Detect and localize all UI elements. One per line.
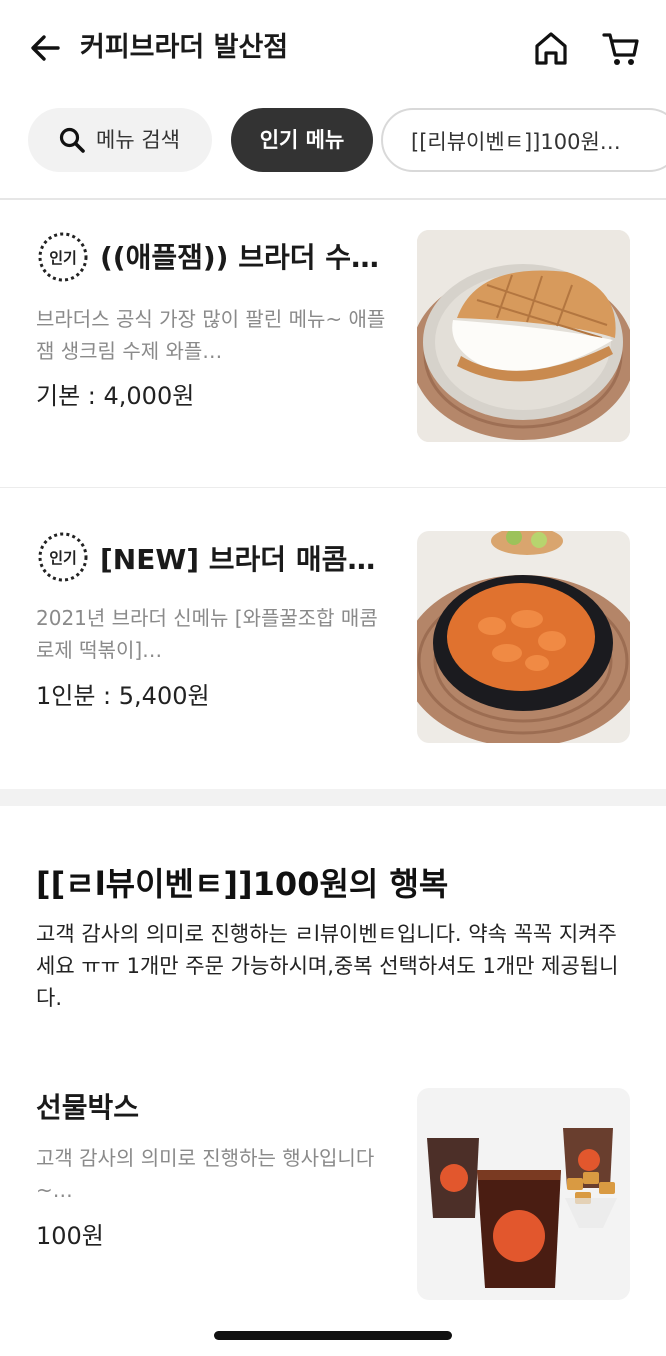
item-price: 100원: [36, 1222, 104, 1250]
item-description: 2021년 브라더 신메뉴 [와플꿀조합 매콤 로제 떡볶이]…: [36, 606, 378, 662]
section-title: [[ㄹl뷰이벤ㅌ]]100원의 행복: [36, 865, 449, 903]
item-photo: [417, 531, 630, 743]
menu-item[interactable]: 인기 [NEW] 브라더 매콤… 2021년 브라더 신메뉴 [와플꿀조합 매콤…: [0, 488, 666, 788]
section-gap: [0, 789, 666, 806]
popular-menu-chip[interactable]: 인기 메뉴: [231, 108, 373, 172]
menu-item[interactable]: 선물박스 고객 감사의 의미로 진행하는 행사입니다~… 100원: [0, 1060, 666, 1340]
page-title: 커피브라더 발산점: [80, 32, 289, 63]
search-icon: [59, 127, 85, 153]
menu-item[interactable]: 인기 ((애플잼)) 브라더 수… 브라더스 공식 가장 많이 팔린 메뉴~ 애…: [0, 200, 666, 487]
item-price: 기본 : 4,000원: [36, 382, 195, 410]
menu-search-label: 메뉴 검색: [96, 128, 180, 152]
popular-badge-icon: 인기: [38, 532, 88, 582]
cart-button[interactable]: [600, 28, 642, 70]
popular-badge-icon: 인기: [38, 232, 88, 282]
section-description: 고객 감사의 의미로 진행하는 ㄹl뷰이벤ㅌ입니다. 약속 꼭꼭 지켜주세요 ㅠ…: [36, 922, 619, 1010]
cart-icon: [602, 33, 639, 65]
item-name: 선물박스: [36, 1091, 140, 1124]
item-name: [NEW] 브라더 매콤…: [100, 543, 376, 576]
menu-search-chip[interactable]: 메뉴 검색: [28, 108, 212, 172]
item-photo: [417, 1088, 630, 1300]
badge-label: 인기: [49, 249, 77, 267]
category-chips: 메뉴 검색 인기 메뉴 [[리뷰이벤ㅌ]]100원…: [0, 108, 666, 174]
item-price: 1인분 : 5,400원: [36, 682, 210, 710]
item-name: ((애플잼)) 브라더 수…: [100, 241, 380, 274]
item-description: 브라더스 공식 가장 많이 팔린 메뉴~ 애플잼 생크림 수제 와플…: [36, 307, 386, 363]
back-button[interactable]: [26, 28, 66, 68]
home-button[interactable]: [530, 28, 572, 70]
item-description: 고객 감사의 의미로 진행하는 행사입니다~…: [36, 1146, 375, 1202]
badge-label: 인기: [49, 549, 77, 567]
review-event-chip[interactable]: [[리뷰이벤ㅌ]]100원…: [381, 108, 666, 172]
home-icon: [535, 32, 567, 65]
arrow-left-icon: [31, 35, 60, 61]
app-header: 커피브라더 발산점: [0, 0, 666, 96]
item-photo: [417, 230, 630, 442]
home-indicator: [214, 1331, 452, 1340]
